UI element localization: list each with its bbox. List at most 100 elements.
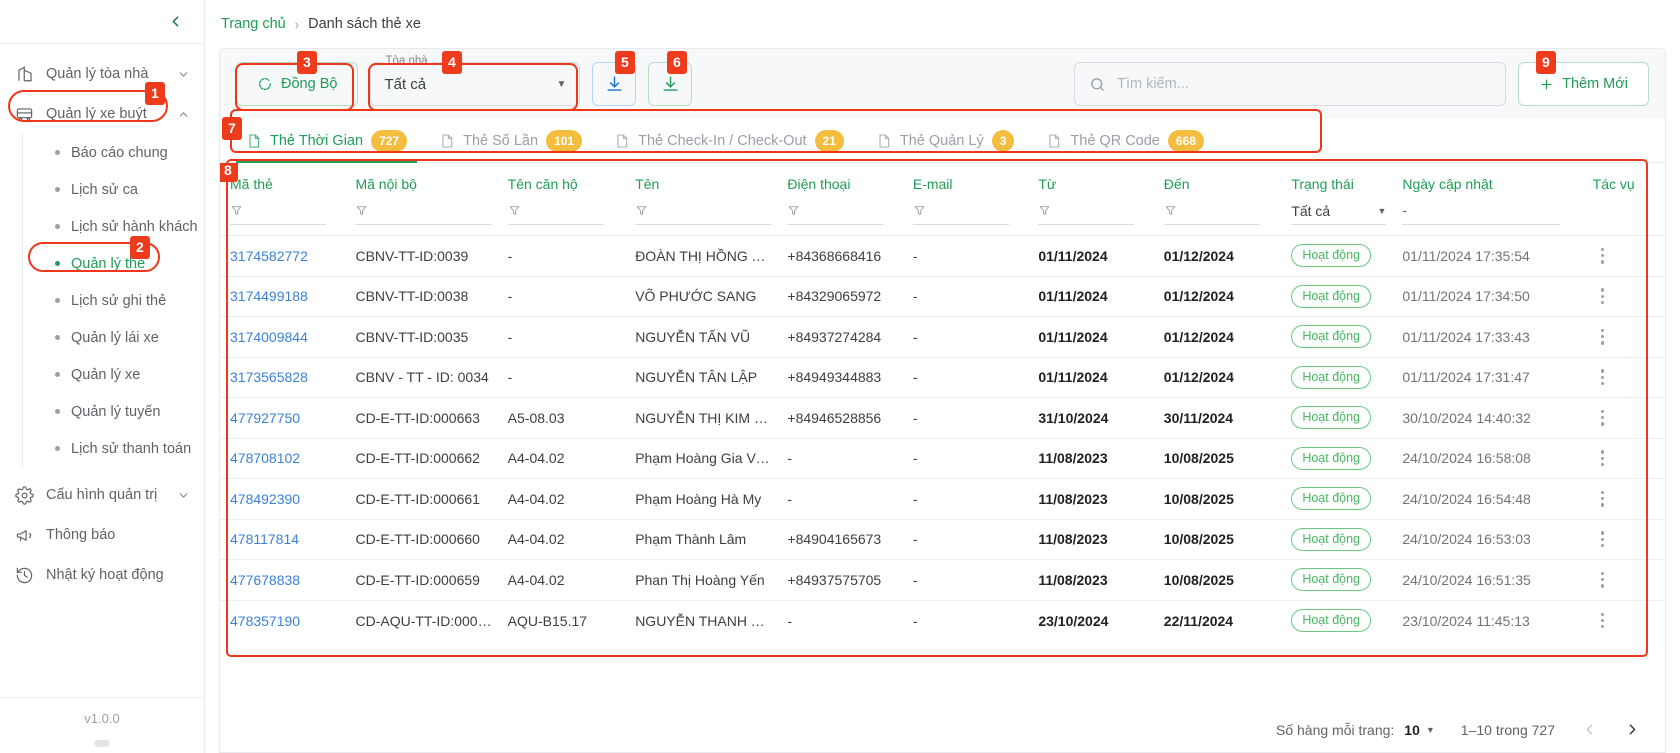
row-actions-menu-icon[interactable] (1593, 450, 1613, 467)
table-row[interactable]: 3174499188 CBNV-TT-ID:0038 - VÕ PHƯỚC SANG +… (220, 276, 1665, 317)
sidebar-item-lich-su-ca[interactable]: Lịch sử ca (55, 171, 204, 208)
filter-input-ten-can-ho[interactable] (507, 197, 604, 225)
row-actions-menu-icon[interactable] (1593, 288, 1613, 305)
row-actions-menu-icon[interactable] (1593, 369, 1613, 386)
tab-the-qr-code[interactable]: Thẻ QR Code 668 (1030, 119, 1220, 162)
cell-trang-thai: Hoạt động (1281, 519, 1392, 560)
bullet-icon (55, 298, 60, 303)
card-code-link[interactable]: 478357190 (230, 613, 300, 629)
cell-ma-the[interactable]: 478117814 (220, 519, 345, 560)
cell-trang-thai: Hoạt động (1281, 357, 1392, 398)
search-box[interactable] (1074, 62, 1507, 106)
cell-ma-the[interactable]: 478492390 (220, 479, 345, 520)
filter-input-tu[interactable] (1038, 197, 1135, 225)
table-row[interactable]: 478708102 CD-E-TT-ID:000662 A4-04.02 Phạm H… (220, 438, 1665, 479)
row-actions-menu-icon[interactable] (1593, 531, 1613, 548)
filter-input-ma-the[interactable] (230, 197, 326, 225)
collapse-sidebar-button[interactable] (162, 9, 188, 35)
card-code-link[interactable]: 3174582772 (230, 248, 308, 264)
card-code-link[interactable]: 477678838 (230, 572, 300, 588)
cell-email: - (912, 247, 918, 264)
filter-select-trang-thai[interactable]: Tất cả ▼ (1291, 197, 1387, 225)
sidebar-group-bus[interactable]: Quản lý xe buýt (0, 94, 204, 134)
tab-label: Thẻ Số Lần (463, 133, 539, 149)
table-row[interactable]: 477927750 CD-E-TT-ID:000663 A5-08.03 NGUYỄN… (220, 397, 1665, 439)
row-actions-menu-icon[interactable] (1593, 328, 1613, 345)
cell-ma-the[interactable]: 3174009844 (220, 317, 345, 358)
row-actions-menu-icon[interactable] (1593, 571, 1613, 588)
sidebar-item-label: Lịch sử thanh toán (71, 440, 192, 457)
cell-email: - (912, 369, 918, 386)
row-actions-menu-icon[interactable] (1593, 612, 1613, 629)
prev-page-button[interactable] (1581, 721, 1598, 738)
card-code-link[interactable]: 477927750 (230, 410, 300, 426)
table-row[interactable]: 3174009844 CBNV-TT-ID:0035 - NGUYỄN TẤN VŨ +… (220, 316, 1665, 358)
tab-the-checkin-checkout[interactable]: Thẻ Check-In / Check-Out 21 (598, 119, 860, 162)
filter-input-ma-noi-bo[interactable] (355, 197, 492, 225)
cell-ten-can-ho: A5-08.03 (507, 409, 565, 426)
filter-input-email[interactable] (912, 197, 1009, 225)
cell-trang-thai: Hoạt động (1281, 560, 1392, 601)
building-icon (14, 64, 35, 85)
filter-input-ngay-cap-nhat[interactable]: - (1402, 197, 1561, 225)
cell-ma-the[interactable]: 3174499188 (220, 276, 345, 317)
rows-per-page-select[interactable]: 10 ▼ (1404, 722, 1435, 738)
cell-ma-the[interactable]: 477678838 (220, 560, 345, 601)
card-code-link[interactable]: 478492390 (230, 491, 300, 507)
sidebar-item-cau-hinh-quan-tri[interactable]: Cấu hình quản trị (0, 475, 204, 515)
card-code-link[interactable]: 478708102 (230, 450, 300, 466)
table-row[interactable]: 3173565828 CBNV - TT - ID: 0034 - NGUYỄN TÂ… (220, 357, 1665, 398)
status-badge: Hoạt động (1291, 487, 1371, 511)
sidebar-item-bao-cao-chung[interactable]: Báo cáo chung (55, 134, 204, 171)
row-actions-menu-icon[interactable] (1593, 247, 1613, 264)
sidebar-item-quan-ly-tuyen[interactable]: Quản lý tuyến (55, 393, 204, 430)
drag-handle[interactable] (94, 740, 110, 747)
cell-ma-the[interactable]: 3173565828 (220, 357, 345, 398)
search-input[interactable] (1117, 76, 1492, 92)
building-select[interactable]: Tòa nhà Tất cả ▼ (370, 55, 581, 106)
card-code-link[interactable]: 3173565828 (230, 369, 308, 385)
cell-ma-the[interactable]: 478357190 (220, 600, 345, 641)
tab-the-thoi-gian[interactable]: Thẻ Thời Gian 727 (230, 119, 423, 163)
table-row[interactable]: 477678838 CD-E-TT-ID:000659 A4-04.02 Phan T… (220, 559, 1665, 601)
tab-the-quan-ly[interactable]: Thẻ Quản Lý 3 (860, 119, 1031, 162)
card-code-link[interactable]: 478117814 (230, 531, 299, 547)
breadcrumb-home[interactable]: Trang chủ (221, 16, 286, 32)
tab-the-so-lan[interactable]: Thẻ Số Lần 101 (423, 119, 598, 162)
cell-tu: 31/10/2024 (1038, 409, 1109, 426)
filter-input-den[interactable] (1163, 197, 1260, 225)
cell-ten-can-ho: - (507, 328, 513, 345)
sidebar-item-lich-su-ghi-the[interactable]: Lịch sử ghi thẻ (55, 282, 204, 319)
cell-tac-vu (1583, 317, 1665, 358)
card-code-link[interactable]: 3174009844 (230, 329, 308, 345)
cell-tu: 11/08/2023 (1038, 531, 1108, 548)
table-row[interactable]: 478117814 CD-E-TT-ID:000660 A4-04.02 Phạm T… (220, 519, 1665, 560)
building-select-legend: Tòa nhà (381, 55, 432, 67)
cell-ten-can-ho: A4-04.02 (507, 531, 565, 548)
row-actions-menu-icon[interactable] (1593, 490, 1613, 507)
cell-dien-thoai: - (787, 450, 793, 467)
sidebar-item-lich-su-thanh-toan[interactable]: Lịch sử thanh toán (55, 430, 204, 467)
annotation-badge-3: 3 (297, 51, 317, 74)
cell-trang-thai: Hoạt động (1281, 236, 1392, 277)
annotation-badge-6: 6 (667, 51, 687, 74)
sidebar-item-nhat-ky-hoat-dong[interactable]: Nhật ký hoạt động (0, 555, 204, 595)
search-icon (1089, 76, 1106, 93)
filter-input-dien-thoai[interactable] (787, 197, 884, 225)
cell-ma-the[interactable]: 477927750 (220, 398, 345, 439)
table-row[interactable]: 478357190 CD-AQU-TT-ID:000237 AQU-B15.17 NG… (220, 600, 1665, 641)
tab-label: Thẻ Check-In / Check-Out (638, 133, 807, 149)
table-row[interactable]: 3174582772 CBNV-TT-ID:0039 - ĐOÀN THỊ HỒNG … (220, 235, 1665, 277)
sidebar-item-quan-ly-xe[interactable]: Quản lý xe (55, 356, 204, 393)
table-row[interactable]: 478492390 CD-E-TT-ID:000661 A4-04.02 Phạm H… (220, 478, 1665, 520)
filter-input-ten[interactable] (635, 197, 772, 225)
sidebar-item-thong-bao[interactable]: Thông báo (0, 515, 204, 555)
card-code-link[interactable]: 3174499188 (230, 288, 308, 304)
cell-ma-the[interactable]: 478708102 (220, 438, 345, 479)
sidebar-group-building[interactable]: Quản lý tòa nhà (0, 54, 204, 94)
next-page-button[interactable] (1624, 721, 1641, 738)
row-actions-menu-icon[interactable] (1593, 409, 1613, 426)
sidebar-item-quan-ly-lai-xe[interactable]: Quản lý lái xe (55, 319, 204, 356)
cell-dien-thoai: +84368668416 (787, 247, 882, 264)
cell-ma-the[interactable]: 3174582772 (220, 236, 345, 277)
